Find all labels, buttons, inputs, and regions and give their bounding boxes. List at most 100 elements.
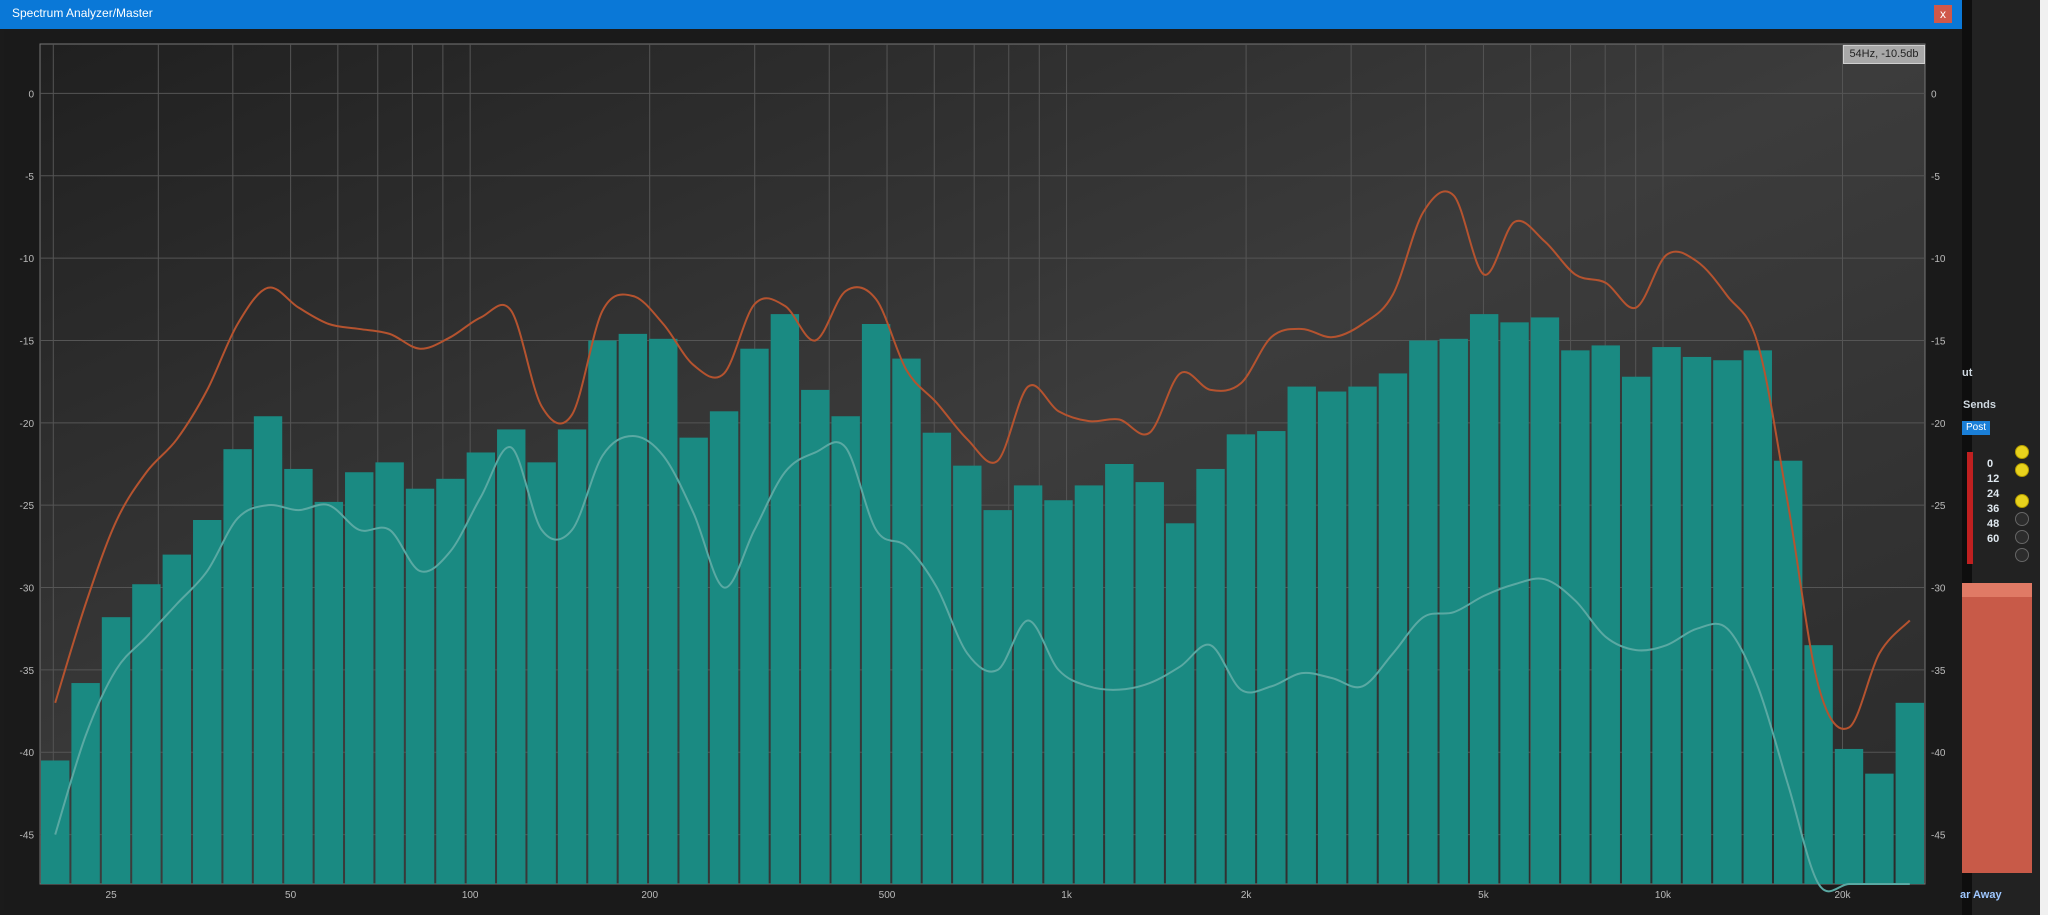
meter-scale-label: 24 bbox=[1987, 488, 2000, 500]
spectrum-bar bbox=[527, 462, 556, 884]
spectrum-bar bbox=[223, 449, 252, 884]
spectrum-bar bbox=[436, 478, 465, 884]
spectrum-bar bbox=[314, 501, 344, 884]
clip-region[interactable] bbox=[1962, 583, 2032, 873]
spectrum-bar bbox=[1317, 391, 1347, 884]
spectrum-bar bbox=[193, 520, 222, 884]
spectrum-bar bbox=[1378, 373, 1408, 884]
y-tick-label-right: -5 bbox=[1931, 172, 1940, 183]
y-tick-label-left: 0 bbox=[28, 89, 34, 100]
out-selector-label[interactable]: ut bbox=[1962, 367, 1972, 379]
spectrum-bar bbox=[557, 429, 587, 884]
y-tick-label-right: -10 bbox=[1931, 254, 1946, 265]
y-tick-label-left: -20 bbox=[20, 419, 35, 430]
spectrum-bar bbox=[1044, 500, 1073, 884]
y-tick-label-right: -30 bbox=[1931, 584, 1946, 595]
spectrum-bar bbox=[1165, 523, 1195, 884]
spectrum-bar bbox=[861, 324, 891, 884]
cursor-readout: 54Hz, -10.5db bbox=[1843, 45, 1925, 64]
arm-icon[interactable] bbox=[2015, 530, 2029, 544]
spectrum-bar bbox=[618, 333, 648, 885]
y-tick-label-left: -25 bbox=[20, 501, 35, 512]
solo-icon[interactable] bbox=[2015, 494, 2029, 508]
sends-label: Sends bbox=[1963, 399, 1997, 411]
spectrum-bar bbox=[375, 462, 404, 884]
spectrum-bar bbox=[983, 510, 1012, 884]
spectrum-bar bbox=[1713, 360, 1742, 884]
spectrum-bar bbox=[770, 314, 800, 884]
spectrum-bar bbox=[1013, 485, 1043, 884]
spectrum-bar bbox=[1469, 314, 1499, 884]
x-tick-label: 200 bbox=[641, 890, 658, 901]
spectrum-bar bbox=[1074, 485, 1104, 884]
spectrum-bar bbox=[1287, 386, 1316, 884]
y-tick-label-left: -5 bbox=[25, 172, 34, 183]
spectrum-bar bbox=[284, 468, 313, 884]
meter-scale-label: 36 bbox=[1987, 503, 2000, 515]
x-tick-label: 100 bbox=[462, 890, 479, 901]
spectrum-bar bbox=[1804, 645, 1833, 884]
spectrum-bar bbox=[953, 465, 982, 884]
monitor-icon[interactable] bbox=[2015, 463, 2029, 477]
spectrum-bar bbox=[1865, 773, 1894, 884]
spectrum-bar bbox=[1652, 347, 1681, 884]
x-tick-label: 50 bbox=[285, 890, 297, 901]
x-tick-label: 2k bbox=[1241, 890, 1253, 901]
spectrum-bar bbox=[1500, 322, 1529, 885]
spectrum-bar bbox=[497, 429, 526, 884]
x-tick-label: 25 bbox=[106, 890, 118, 901]
record-icon[interactable] bbox=[2015, 445, 2029, 459]
spectrum-bar bbox=[1348, 386, 1377, 884]
y-tick-label-left: -15 bbox=[20, 336, 35, 347]
spectrum-bar bbox=[71, 683, 100, 884]
spectrum-bar bbox=[740, 348, 769, 884]
x-tick-label: 5k bbox=[1478, 890, 1490, 901]
clip-header[interactable] bbox=[1962, 583, 2032, 597]
spectrum-bar bbox=[1226, 434, 1256, 884]
spectrum-bar bbox=[1682, 356, 1712, 884]
phase-icon[interactable] bbox=[2015, 548, 2029, 562]
spectrum-bar bbox=[1196, 468, 1225, 884]
spectrum-bar bbox=[1895, 702, 1924, 884]
y-tick-label-left: -10 bbox=[20, 254, 35, 265]
spectrum-bar bbox=[1621, 376, 1651, 884]
meter-scale-label: 12 bbox=[1987, 473, 2000, 485]
spectrum-bar bbox=[1591, 345, 1620, 885]
meter-scale-label: 0 bbox=[1987, 458, 1994, 470]
level-meter bbox=[1967, 452, 1973, 564]
y-tick-label-left: -30 bbox=[20, 584, 35, 595]
spectrum-chart[interactable]: 0 0 -5 -5 -10 -10 -15 -15 -20 -20 -25 -25 -30 -30 -35 -… bbox=[0, 0, 1962, 915]
spectrum-bar bbox=[253, 416, 283, 884]
spectrum-bar bbox=[1409, 340, 1438, 884]
track-name-label: ar Away bbox=[1960, 889, 2002, 901]
spectrum-bar bbox=[1105, 464, 1134, 884]
spectrum-bar bbox=[588, 340, 617, 884]
y-tick-label-right: -25 bbox=[1931, 501, 1946, 512]
y-tick-label-left: -45 bbox=[20, 831, 35, 842]
spectrum-bar bbox=[709, 411, 739, 884]
spectrum-bar bbox=[1257, 431, 1286, 884]
x-tick-label: 1k bbox=[1061, 890, 1073, 901]
y-tick-label-right: -15 bbox=[1931, 336, 1946, 347]
y-tick-label-right: -35 bbox=[1931, 666, 1946, 677]
x-tick-label: 10k bbox=[1655, 890, 1672, 901]
spectrum-bar bbox=[922, 432, 952, 884]
spectrum-bar bbox=[892, 358, 921, 884]
y-tick-label-right: -45 bbox=[1931, 831, 1946, 842]
y-tick-label-left: -40 bbox=[20, 748, 35, 759]
side-panel-edge bbox=[2040, 0, 2048, 915]
y-tick-label-right: -20 bbox=[1931, 419, 1946, 430]
spectrum-bar bbox=[649, 338, 678, 885]
mute-icon[interactable] bbox=[2015, 512, 2029, 526]
spectrum-bar bbox=[1834, 748, 1864, 884]
spectrum-bar bbox=[831, 416, 860, 884]
spectrum-bar bbox=[1743, 350, 1772, 885]
post-button[interactable]: Post bbox=[1962, 421, 1990, 435]
spectrum-bar bbox=[801, 389, 830, 884]
spectrum-bar bbox=[1530, 317, 1560, 885]
meter-scale-label: 48 bbox=[1987, 518, 2000, 530]
spectrum-bar bbox=[679, 437, 708, 884]
x-tick-label: 20k bbox=[1834, 890, 1851, 901]
spectrum-bar bbox=[405, 488, 435, 884]
y-tick-label-right: -40 bbox=[1931, 748, 1946, 759]
